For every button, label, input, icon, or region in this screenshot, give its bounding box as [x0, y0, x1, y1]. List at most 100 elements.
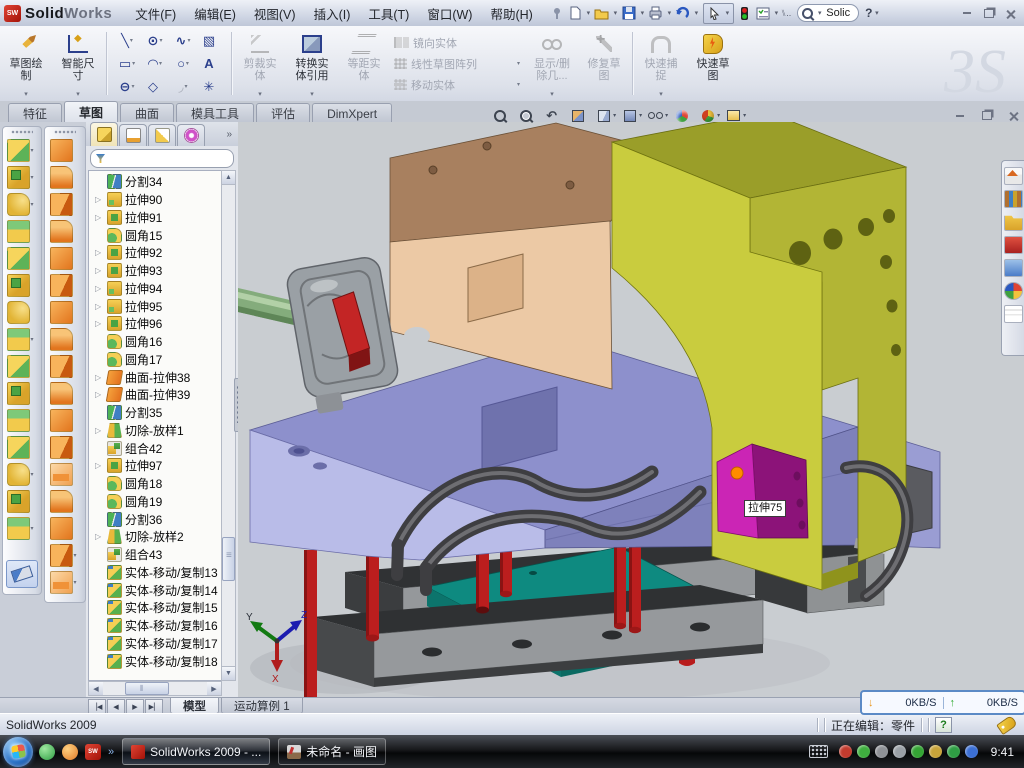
expand-arrow-icon[interactable]: ▷ — [95, 213, 104, 222]
help-button[interactable]: ? — [865, 6, 872, 20]
surface-tool-button[interactable]: ▾ — [50, 380, 81, 407]
sketch-entity-button[interactable]: ⊖ ▾ — [113, 75, 141, 98]
expand-arrow-icon[interactable]: ▷ — [95, 248, 104, 257]
feature-tree-item[interactable]: ▷ 曲面-拉伸39 — [91, 386, 221, 404]
ribbon-tab[interactable]: 特征 — [8, 103, 62, 123]
expand-arrow-icon[interactable]: ▷ — [95, 426, 104, 435]
graphics-viewport[interactable]: Y Z X — [238, 122, 1024, 697]
tray-icon[interactable] — [929, 745, 942, 758]
feature-tree-item[interactable]: ▷ 组合43 — [91, 546, 221, 564]
toolbar-drag-handle[interactable] — [11, 130, 33, 134]
surface-tool-button[interactable]: ▾ — [50, 434, 81, 461]
taskbar-window-button[interactable]: SolidWorks 2009 - ... — [122, 738, 270, 765]
menu-item[interactable]: 文件(F) — [126, 0, 185, 27]
feature-tree-item[interactable]: ▷ 组合42 — [91, 439, 221, 457]
feature-tree-item[interactable]: ▷ 拉伸90 — [91, 191, 221, 209]
smart-dimension-button[interactable]: 智能尺 寸▾ — [52, 26, 104, 101]
scroll-right-arrow[interactable]: ▶ — [207, 682, 221, 695]
save-caret[interactable]: ▾ — [638, 9, 647, 17]
feature-tree-item[interactable]: ▷ 切除-放样1 — [91, 422, 221, 440]
feature-tree-item[interactable]: ▷ 分割35 — [91, 404, 221, 422]
save-icon[interactable] — [620, 4, 638, 22]
hud-button[interactable]: ▾ — [724, 106, 747, 125]
ribbon-tab[interactable]: 模具工具 — [176, 103, 254, 123]
sketch-entity-caret[interactable]: ▾ — [185, 83, 188, 90]
feature-tree-item[interactable]: ▷ 曲面-拉伸38 — [91, 368, 221, 386]
feature-tool-button[interactable]: ▾ — [7, 353, 38, 380]
select-tool-button[interactable]: ▾ — [703, 3, 734, 24]
taskbar-window-button[interactable]: 未命名 - 画图 — [278, 738, 386, 765]
tray-icon[interactable] — [875, 745, 888, 758]
expand-arrow-icon[interactable]: ▷ — [95, 195, 104, 204]
feature-tree-item[interactable]: ▷ 拉伸92 — [91, 244, 221, 262]
scroll-thumb[interactable] — [222, 537, 235, 581]
feature-tree-item[interactable]: ▷ 拉伸95 — [91, 297, 221, 315]
feature-tree-item[interactable]: ▷ 实体-移动/复制14 — [91, 581, 221, 599]
expand-arrow-icon[interactable]: ▷ — [95, 390, 104, 399]
model-tab[interactable]: 模型 — [170, 698, 219, 714]
tab-property-manager[interactable] — [119, 124, 147, 146]
feature-tree-item[interactable]: ▷ 拉伸91 — [91, 209, 221, 227]
menu-item[interactable]: 帮助(H) — [481, 0, 541, 27]
offset-entities-button[interactable]: 等距实 体 — [338, 26, 390, 101]
sketch-entity-button[interactable]: ✳ ▾ — [197, 75, 225, 98]
start-button[interactable] — [3, 737, 33, 767]
surface-tool-button[interactable]: ▾ — [50, 137, 81, 164]
sketch-button[interactable]: 草图绘 制▾ — [0, 26, 52, 101]
tab-configuration-manager[interactable] — [148, 124, 176, 146]
quicklaunch-app-icon[interactable] — [62, 744, 78, 760]
expand-arrow-icon[interactable]: ▷ — [95, 461, 104, 470]
search-scope-caret[interactable]: ▾ — [815, 9, 824, 17]
hud-button[interactable]: ▾ — [516, 106, 539, 125]
surface-tool-button[interactable]: ▾ — [50, 299, 81, 326]
sketch-entity-caret[interactable]: ▾ — [131, 83, 134, 90]
hud-button[interactable]: ▾ — [698, 106, 721, 125]
feature-tool-button[interactable]: ▾ — [7, 137, 38, 164]
surface-tool-button[interactable]: ▾ — [50, 461, 81, 488]
feature-tree-item[interactable]: ▷ 实体-移动/复制18 — [91, 652, 221, 670]
ribbon-tab[interactable]: 草图 — [64, 101, 118, 123]
sketch-entity-caret[interactable]: ▾ — [159, 37, 162, 44]
feature-tree-item[interactable]: ▷ 圆角17 — [91, 351, 221, 369]
menu-item[interactable]: 视图(V) — [245, 0, 305, 27]
quicklaunch-solidworks-icon[interactable]: SW — [85, 744, 101, 760]
feature-tree-item[interactable]: ▷ 圆角15 — [91, 226, 221, 244]
tree-horizontal-scrollbar[interactable]: ◀ ▶ — [88, 681, 222, 696]
rebuild-traffic-light-icon[interactable] — [736, 4, 754, 22]
sketch-entity-button[interactable]: ◠ ▾ — [141, 52, 169, 75]
tray-icon[interactable] — [947, 745, 960, 758]
feature-tool-button[interactable]: ▾ — [7, 326, 38, 353]
sketch-entity-button[interactable]: ╲ ▾ — [113, 29, 141, 52]
rapid-sketch-button[interactable]: 快速草 图 — [687, 26, 739, 101]
tab-dimxpert-manager[interactable] — [177, 124, 205, 146]
sketch-entity-button[interactable]: ⊙ ▾ — [141, 29, 169, 52]
surface-tool-button[interactable]: ▾ — [50, 164, 81, 191]
feature-tree-item[interactable]: ▷ 实体-移动/复制16 — [91, 617, 221, 635]
tray-icon[interactable] — [839, 745, 852, 758]
linear-sketch-pattern-button[interactable]: 线性草图阵列▾ — [394, 55, 522, 73]
surface-tool-button[interactable]: ▾ — [50, 515, 81, 542]
surface-tool-button[interactable]: ▾ — [50, 569, 81, 596]
feature-tool-button[interactable]: ▾ — [7, 299, 38, 326]
surface-tool-button[interactable]: ▾ — [50, 218, 81, 245]
hud-button[interactable]: ▾ — [490, 106, 513, 125]
quick-snaps-button[interactable]: 快速捕 捉▾ — [635, 26, 687, 101]
quicklaunch-messenger-icon[interactable] — [39, 744, 55, 760]
expand-arrow-icon[interactable]: ▷ — [95, 302, 104, 311]
undo-caret[interactable]: ▾ — [692, 9, 701, 17]
ribbon-tab[interactable]: 评估 — [256, 103, 310, 123]
surface-tool-button[interactable]: ▾ — [50, 542, 81, 569]
feature-tool-button[interactable]: ▾ — [7, 164, 38, 191]
feature-tool-button[interactable]: ▾ — [7, 461, 38, 488]
sketch-entity-button[interactable]: ▭ ▾ — [113, 52, 141, 75]
search-box[interactable]: ▾ Solic — [797, 4, 859, 22]
feature-tree-item[interactable]: ▷ 圆角19 — [91, 493, 221, 511]
surface-tool-button[interactable]: ▾ — [50, 272, 81, 299]
feature-tree-item[interactable]: ▷ 拉伸96 — [91, 315, 221, 333]
menu-item[interactable]: 窗口(W) — [418, 0, 481, 27]
feature-tool-button[interactable]: ▾ — [7, 515, 38, 542]
feature-tool-button[interactable]: ▾ — [7, 434, 38, 461]
sketch-entity-caret[interactable]: ▾ — [130, 37, 133, 44]
task-pane-icon[interactable] — [1004, 236, 1023, 254]
expand-arrow-icon[interactable]: ▷ — [95, 266, 104, 275]
